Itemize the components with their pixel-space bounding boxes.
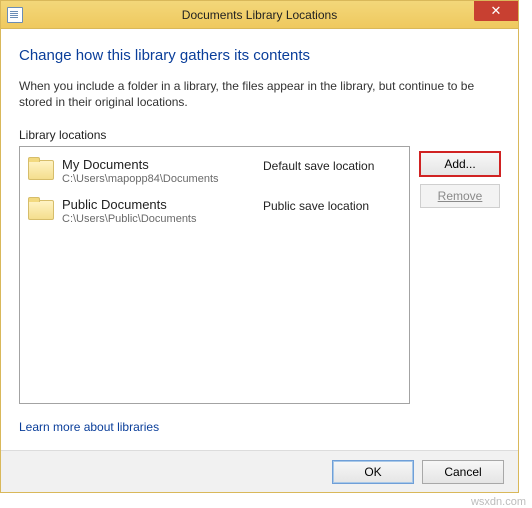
list-item[interactable]: Public Documents C:\Users\Public\Documen…: [22, 191, 407, 231]
window-title: Documents Library Locations: [1, 8, 518, 22]
learn-more-link[interactable]: Learn more about libraries: [19, 420, 159, 434]
remove-button: Remove: [420, 184, 500, 208]
library-locations-list[interactable]: My Documents C:\Users\mapopp84\Documents…: [19, 146, 410, 404]
list-label: Library locations: [19, 128, 500, 142]
add-button[interactable]: Add...: [420, 152, 500, 176]
folder-icon: [26, 197, 54, 221]
list-item-name: Public Documents: [62, 197, 255, 212]
body-row: My Documents C:\Users\mapopp84\Documents…: [19, 146, 500, 404]
ok-button[interactable]: OK: [332, 460, 414, 484]
list-item-text: Public Documents C:\Users\Public\Documen…: [62, 197, 255, 225]
titlebar: Documents Library Locations ✕: [1, 1, 518, 29]
description-text: When you include a folder in a library, …: [19, 78, 500, 110]
list-item-path: C:\Users\Public\Documents: [62, 213, 255, 225]
watermark-text: wsxdn.com: [471, 496, 526, 508]
list-item-text: My Documents C:\Users\mapopp84\Documents: [62, 157, 255, 185]
dialog-footer: OK Cancel: [1, 450, 518, 492]
page-heading: Change how this library gathers its cont…: [19, 47, 500, 64]
dialog-window: Documents Library Locations ✕ Change how…: [0, 0, 519, 493]
list-item[interactable]: My Documents C:\Users\mapopp84\Documents…: [22, 151, 407, 191]
close-button[interactable]: ✕: [474, 1, 518, 21]
content-area: Change how this library gathers its cont…: [1, 29, 518, 434]
list-item-tag: Default save location: [263, 157, 403, 173]
cancel-button[interactable]: Cancel: [422, 460, 504, 484]
side-buttons: Add... Remove: [420, 146, 500, 404]
folder-icon: [26, 157, 54, 181]
close-icon: ✕: [491, 3, 502, 19]
list-item-tag: Public save location: [263, 197, 403, 213]
list-item-path: C:\Users\mapopp84\Documents: [62, 173, 255, 185]
list-item-name: My Documents: [62, 157, 255, 172]
